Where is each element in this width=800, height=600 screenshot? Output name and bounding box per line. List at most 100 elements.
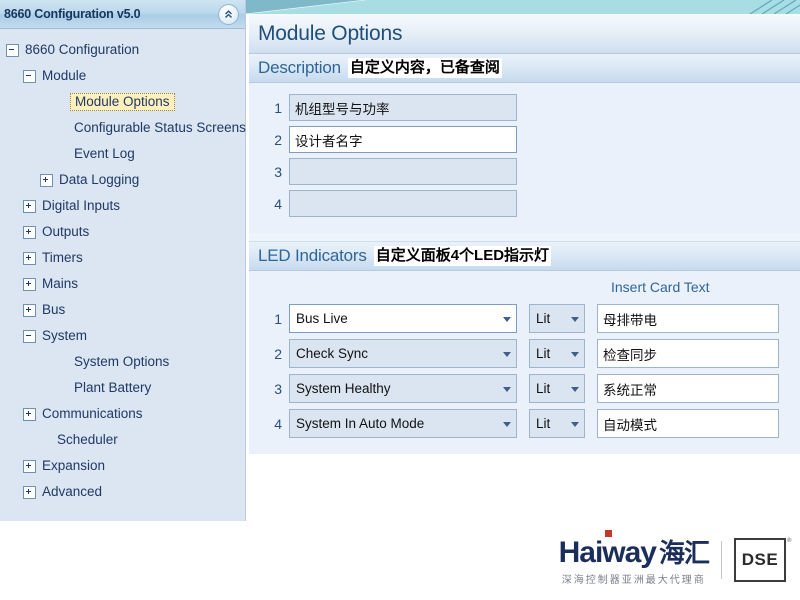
led-mode-select-1[interactable]: Lit [529, 304, 585, 333]
card-text-input-1[interactable] [597, 304, 779, 333]
chevron-down-icon[interactable] [571, 421, 579, 427]
tree-item-system-options[interactable]: System Options [0, 349, 245, 375]
tree-item-8660-configuration[interactable]: 8660 Configuration [0, 37, 245, 63]
expand-plus-icon[interactable] [23, 199, 36, 213]
tree-item-module[interactable]: Module [0, 63, 245, 89]
tree-item-configurable-status-screens[interactable]: Configurable Status Screens [0, 115, 246, 141]
description-row: 4 [267, 190, 800, 217]
description-row: 1 [267, 94, 800, 121]
card-text-input-3[interactable] [597, 374, 779, 403]
expand-plus-icon[interactable] [23, 485, 36, 499]
description-input-2[interactable] [289, 126, 517, 153]
led-annotation: 自定义面板4个LED指示灯 [373, 245, 552, 267]
led-row: 3 System Healthy Lit [267, 374, 800, 403]
tree-item-scheduler[interactable]: Scheduler [0, 427, 245, 453]
expand-plus-icon[interactable] [23, 303, 36, 317]
card-text-input-4[interactable] [597, 409, 779, 438]
led-mode-select-4[interactable]: Lit [529, 409, 585, 438]
haiway-tagline: 深海控制器亚洲最大代理商 [561, 575, 706, 586]
sidebar-title: 8660 Configuration v5.0 [4, 7, 141, 21]
led-mode-value: Lit [536, 416, 551, 431]
tree-item-plant-battery[interactable]: Plant Battery [0, 375, 245, 401]
page-title: Module Options [258, 21, 403, 45]
expand-plus-icon[interactable] [23, 277, 36, 291]
tree-item-module-options[interactable]: Module Options [0, 89, 245, 115]
led-mode-value: Lit [536, 346, 551, 361]
led-mode-select-3[interactable]: Lit [529, 374, 585, 403]
haiway-wordmark: Haiway 海汇 [558, 530, 710, 570]
tree-item-bus[interactable]: Bus [0, 297, 245, 323]
description-section-body: 1 2 3 4 [249, 83, 800, 233]
tree-item-data-logging[interactable]: Data Logging [0, 167, 245, 193]
chevron-down-icon[interactable] [503, 386, 511, 392]
haiway-name-cn: 海汇 [658, 538, 710, 568]
tree-item-digital-inputs[interactable]: Digital Inputs [0, 193, 245, 219]
description-input-1[interactable] [289, 94, 517, 121]
led-row: 4 System In Auto Mode Lit [267, 409, 800, 438]
tree-item-advanced[interactable]: Advanced [0, 479, 245, 505]
tree-item-label: Communications [42, 406, 143, 422]
led-row: 1 Bus Live Lit [267, 304, 800, 333]
chevron-double-up-icon[interactable] [218, 4, 239, 25]
led-source-select-2[interactable]: Check Sync [289, 339, 517, 368]
led-section-title: LED Indicators [258, 246, 367, 265]
tree-item-outputs[interactable]: Outputs [0, 219, 245, 245]
collapse-minus-icon[interactable] [23, 69, 36, 83]
card-text-input-2[interactable] [597, 339, 779, 368]
main-content: Module Options Description 自定义内容，已备查阅 1 2… [249, 14, 800, 524]
led-source-value: Bus Live [296, 311, 348, 326]
tree-item-mains[interactable]: Mains [0, 271, 245, 297]
tree-item-communications[interactable]: Communications [0, 401, 245, 427]
tree-item-label: Event Log [74, 146, 135, 162]
tree-item-label: Configurable Status Screens [74, 120, 246, 136]
led-source-select-4[interactable]: System In Auto Mode [289, 409, 517, 438]
tree-item-label: Digital Inputs [42, 198, 121, 214]
collapse-minus-icon[interactable] [23, 329, 36, 343]
insert-card-text-header: Insert Card Text [611, 279, 710, 295]
led-rows: 1 Bus Live Lit 2 Check Sync Lit 3 System Health… [249, 304, 800, 438]
chevron-down-icon[interactable] [571, 386, 579, 392]
tree-item-label: Mains [42, 276, 79, 292]
led-section-header: LED Indicators 自定义面板4个LED指示灯 [249, 242, 800, 271]
tree-item-system[interactable]: System [0, 323, 245, 349]
chevron-down-icon[interactable] [571, 351, 579, 357]
led-source-select-1[interactable]: Bus Live [289, 304, 517, 333]
description-row-index: 4 [274, 195, 282, 212]
tree-item-label: Bus [42, 302, 66, 318]
expand-plus-icon[interactable] [23, 251, 36, 265]
description-row-index: 3 [274, 163, 282, 180]
haiway-name-en: Haiway [558, 536, 657, 569]
brand-footer: Haiway 海汇 深海控制器亚洲最大代理商 DSE ® [558, 530, 792, 586]
tree-item-label: Data Logging [59, 172, 140, 188]
haiway-logo: Haiway 海汇 深海控制器亚洲最大代理商 [558, 530, 710, 586]
expand-plus-icon[interactable] [23, 459, 36, 473]
description-section-header: Description 自定义内容，已备查阅 [249, 54, 800, 83]
tree-item-event-log[interactable]: Event Log [0, 141, 245, 167]
description-row: 3 [267, 158, 800, 185]
config-tree: 8660 Configuration Module Module Options Co… [0, 29, 246, 505]
led-mode-select-2[interactable]: Lit [529, 339, 585, 368]
led-source-select-3[interactable]: System Healthy [289, 374, 517, 403]
led-source-value: Check Sync [296, 346, 369, 361]
tree-item-expansion[interactable]: Expansion [0, 453, 245, 479]
tree-item-label: Module [42, 68, 87, 84]
dse-label: DSE [741, 549, 779, 569]
tree-item-label: Plant Battery [74, 380, 152, 396]
led-source-value: System Healthy [296, 381, 391, 396]
tree-item-label: Outputs [42, 224, 90, 240]
expand-plus-icon[interactable] [40, 173, 53, 187]
chevron-down-icon[interactable] [503, 316, 511, 322]
description-input-3[interactable] [289, 158, 517, 185]
collapse-minus-icon[interactable] [6, 43, 19, 57]
description-input-4[interactable] [289, 190, 517, 217]
tree-item-label: System [42, 328, 88, 344]
expand-plus-icon[interactable] [23, 225, 36, 239]
top-band-wedge [245, 0, 365, 14]
chevron-down-icon[interactable] [571, 316, 579, 322]
led-row-index: 4 [274, 415, 282, 432]
tree-item-timers[interactable]: Timers [0, 245, 245, 271]
expand-plus-icon[interactable] [23, 407, 36, 421]
chevron-down-icon[interactable] [503, 421, 511, 427]
chevron-down-icon[interactable] [503, 351, 511, 357]
tree-item-label: System Options [74, 354, 170, 370]
